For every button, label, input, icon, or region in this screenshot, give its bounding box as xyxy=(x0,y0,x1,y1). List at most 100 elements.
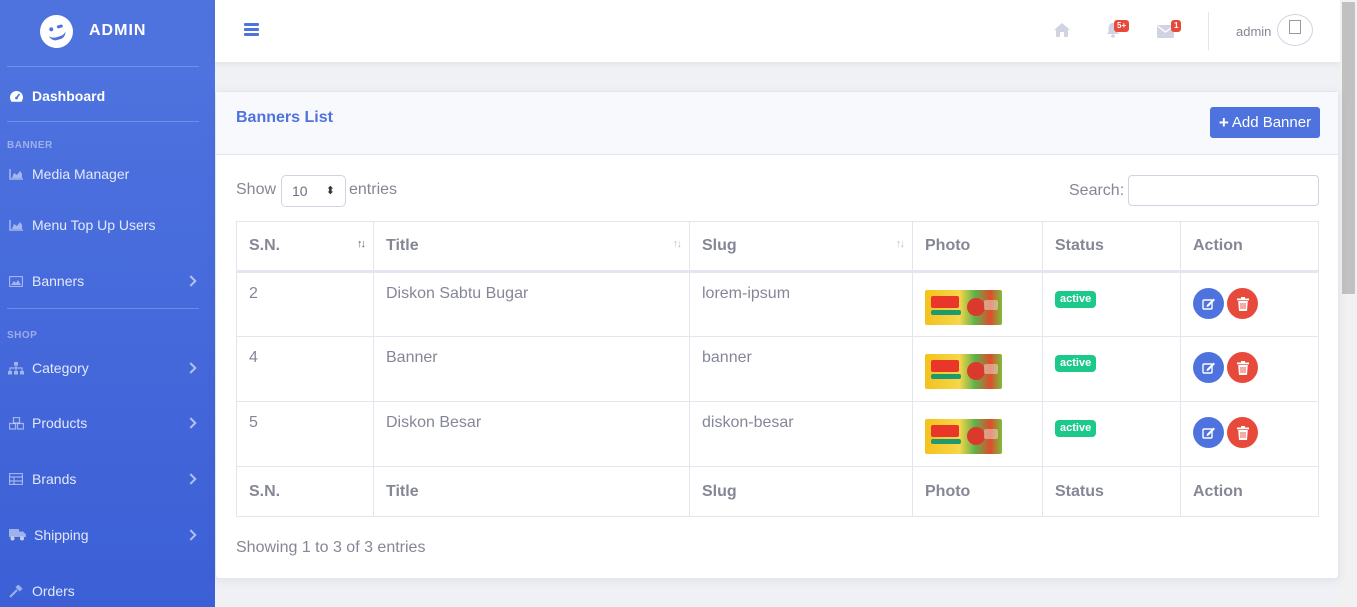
status-badge: active xyxy=(1055,291,1097,308)
status-badge: active xyxy=(1055,355,1097,372)
entries-value: 10 xyxy=(292,183,308,199)
sidebar-item-dashboard[interactable]: Dashboard xyxy=(0,67,215,125)
page-scrollbar[interactable] xyxy=(1340,0,1357,607)
column-header-photo: Photo xyxy=(912,221,1043,273)
laugh-wink-icon xyxy=(36,10,77,52)
cell-slug: diskon-besar xyxy=(689,401,913,467)
entries-label: entries xyxy=(349,181,398,198)
cell-status: active xyxy=(1042,401,1181,467)
cell-sn: 2 xyxy=(236,271,374,337)
brand-text: ADMIN xyxy=(89,22,147,39)
alerts-count-badge: 5+ xyxy=(1114,20,1130,32)
chevron-right-icon xyxy=(185,275,197,287)
cell-title: Banner xyxy=(373,336,690,402)
sidebar-heading-shop: SHOP xyxy=(7,330,38,341)
entries-per-page-select[interactable]: 10 xyxy=(281,175,346,207)
cell-photo xyxy=(912,271,1043,337)
status-badge: active xyxy=(1055,420,1097,437)
chart-area-icon xyxy=(8,167,24,181)
cell-slug: banner xyxy=(689,336,913,402)
column-header-label: Title xyxy=(386,237,419,254)
sidebar-item-orders[interactable]: Orders xyxy=(0,563,215,607)
banner-thumbnail xyxy=(925,354,1002,389)
column-header-label: Action xyxy=(1193,237,1243,254)
edit-button[interactable] xyxy=(1193,417,1224,448)
add-banner-button[interactable]: + Add Banner xyxy=(1210,107,1320,138)
footer-header-action: Action xyxy=(1180,466,1319,517)
scrollbar-thumb[interactable] xyxy=(1342,2,1355,294)
column-header-slug[interactable]: Slug ↑↓ xyxy=(689,221,913,273)
search-label: Search: xyxy=(1069,182,1125,199)
user-name[interactable]: admin xyxy=(1236,24,1271,39)
plus-icon: + xyxy=(1218,112,1229,132)
delete-button[interactable] xyxy=(1227,417,1258,448)
sidebar-item-label: Brands xyxy=(32,471,77,487)
column-header-action: Action xyxy=(1180,221,1319,273)
sidebar-toggle-icon[interactable] xyxy=(244,23,259,36)
sidebar-item-label: Orders xyxy=(32,583,75,599)
add-banner-label: Add Banner xyxy=(1231,114,1312,131)
sidebar-item-media-manager[interactable]: Media Manager xyxy=(0,151,215,197)
trash-icon xyxy=(1236,425,1249,440)
hammer-icon xyxy=(8,584,24,598)
column-header-title[interactable]: Title ↑↓ xyxy=(373,221,690,273)
table-row: 2 Diskon Sabtu Bugar lorem-ipsum active xyxy=(236,271,1319,337)
cell-sn: 4 xyxy=(236,336,374,402)
sidebar-item-label: Dashboard xyxy=(32,88,106,104)
footer-header-sn: S.N. xyxy=(236,466,374,517)
cell-action xyxy=(1180,401,1319,467)
column-header-label: Photo xyxy=(925,237,971,254)
sitemap-icon xyxy=(8,361,24,375)
topbar-divider xyxy=(1208,12,1209,50)
sidebar-brand[interactable]: ADMIN xyxy=(0,0,215,62)
search-input[interactable] xyxy=(1128,175,1319,206)
table-header-row: S.N. ↑↓ Title ↑↓ Slug ↑↓ Photo Status Actio… xyxy=(236,221,1319,273)
column-header-label: Slug xyxy=(702,237,737,254)
table-info: Showing 1 to 3 of 3 entries xyxy=(236,539,426,556)
home-icon[interactable] xyxy=(1053,22,1071,38)
table-icon xyxy=(8,472,24,486)
footer-header-slug: Slug xyxy=(689,466,913,517)
chevron-right-icon xyxy=(185,362,197,374)
delete-button[interactable] xyxy=(1227,352,1258,383)
delete-button[interactable] xyxy=(1227,288,1258,319)
edit-button[interactable] xyxy=(1193,352,1224,383)
sidebar-item-label: Media Manager xyxy=(32,166,130,182)
chevron-right-icon xyxy=(185,473,197,485)
sidebar-item-label: Menu Top Up Users xyxy=(32,217,156,233)
card-header: Banners List + Add Banner xyxy=(216,92,1338,155)
trash-icon xyxy=(1236,360,1249,375)
sidebar: ADMIN Dashboard BANNER Media Manager Men… xyxy=(0,0,215,607)
edit-icon xyxy=(1201,298,1215,310)
topbar: 5+ 1 admin xyxy=(215,0,1340,62)
sidebar-item-menu-top-up-users[interactable]: Menu Top Up Users xyxy=(0,197,215,253)
banner-thumbnail xyxy=(925,290,1002,325)
banners-table: S.N. ↑↓ Title ↑↓ Slug ↑↓ Photo Status Actio… xyxy=(236,221,1319,517)
chevron-right-icon xyxy=(185,529,197,541)
footer-header-title: Title xyxy=(373,466,690,517)
cubes-icon xyxy=(8,416,24,430)
avatar[interactable] xyxy=(1277,14,1313,46)
truck-icon xyxy=(8,528,26,542)
banner-thumbnail xyxy=(925,419,1002,454)
edit-button[interactable] xyxy=(1193,288,1224,319)
column-header-sn[interactable]: S.N. ↑↓ xyxy=(236,221,374,273)
show-label: Show xyxy=(236,181,277,198)
column-header-label: S.N. xyxy=(249,237,281,254)
sidebar-item-label: Shipping xyxy=(34,527,89,543)
sidebar-item-products[interactable]: Products xyxy=(0,395,215,451)
cell-action xyxy=(1180,271,1319,337)
table-footer-row: S.N. Title Slug Photo Status Action xyxy=(236,466,1319,517)
sidebar-item-banners[interactable]: Banners xyxy=(0,253,215,309)
chart-area-icon xyxy=(8,218,24,232)
footer-header-status: Status xyxy=(1042,466,1181,517)
table-row: 4 Banner banner active xyxy=(236,336,1319,402)
column-header-status: Status xyxy=(1042,221,1181,273)
page-title: Banners List xyxy=(236,109,333,126)
sidebar-item-category[interactable]: Category xyxy=(0,341,215,395)
sidebar-item-shipping[interactable]: Shipping xyxy=(0,507,215,563)
messages-count-badge: 1 xyxy=(1171,20,1182,32)
sidebar-item-brands[interactable]: Brands xyxy=(0,451,215,507)
sort-icon: ↑↓ xyxy=(357,238,366,250)
tachometer-icon xyxy=(8,89,24,103)
